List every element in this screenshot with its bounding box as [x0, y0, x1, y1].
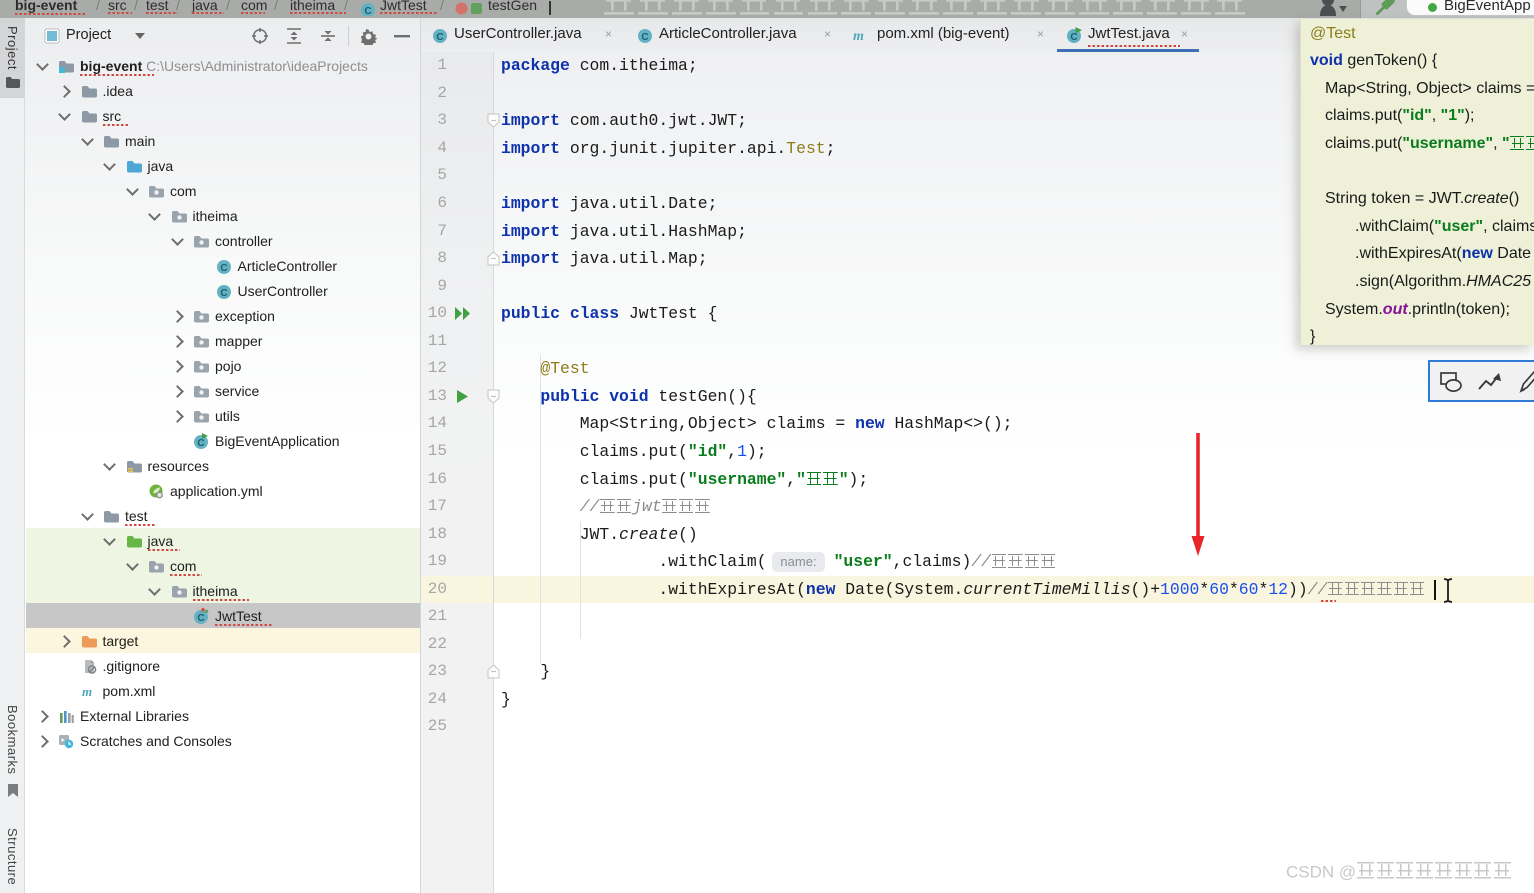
svg-text:C: C	[197, 613, 204, 624]
svg-text:C: C	[1070, 32, 1077, 43]
svg-text:m: m	[853, 29, 864, 43]
svg-text:C: C	[220, 288, 227, 299]
svg-text:C: C	[197, 438, 204, 449]
svg-text:C: C	[220, 263, 227, 274]
svg-text:C: C	[364, 6, 371, 16]
svg-text:C: C	[436, 32, 443, 43]
svg-text:C: C	[641, 32, 648, 43]
svg-text:m: m	[82, 684, 92, 699]
